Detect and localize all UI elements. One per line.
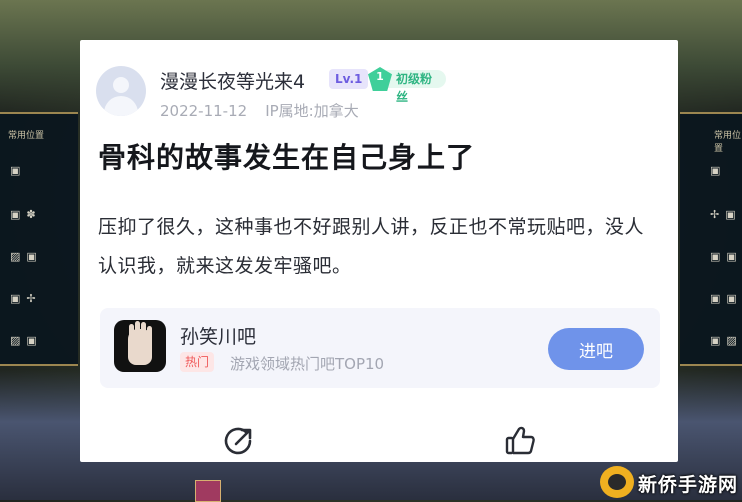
avatar-body-shape: [104, 96, 138, 116]
enter-forum-button[interactable]: 进吧: [548, 328, 644, 370]
hand-icon: [128, 329, 152, 365]
side-panel-slot-icon: ▨▣: [10, 250, 43, 263]
site-watermark: 新侨手游网: [600, 462, 742, 500]
post-date: 2022-11-12: [160, 102, 248, 120]
author-name[interactable]: 漫漫长夜等光来4: [160, 67, 305, 94]
watermark-text: 新侨手游网: [638, 474, 739, 496]
post-title: 骨科的故事发生在自己身上了: [98, 141, 476, 174]
side-panel-slot-icon: ▣✢: [10, 292, 42, 305]
level-badge: Lv.1: [329, 69, 369, 89]
watermark-logo-inner: [608, 474, 626, 490]
side-panel-slot-icon: ▣: [10, 164, 27, 177]
side-panel-slot-icon: ▣▣: [710, 292, 742, 305]
side-panel-slot-icon: ✢▣: [710, 208, 742, 221]
forum-avatar: [114, 320, 166, 372]
thumbs-up-icon-graphic: [505, 426, 535, 455]
forum-card[interactable]: 孙笑川吧 热门 游戏领域热门吧TOP10 进吧: [100, 308, 660, 388]
post-body: 压抑了很久，这种事也不好跟别人讲，反正也不常玩贴吧，没人认识我，就来这发发牢骚吧…: [98, 216, 645, 277]
ip-location: IP属地:加拿大: [265, 102, 359, 120]
game-side-panel-left: 常用位置 ▣ ▣✽ ▨▣ ▣✢ ▨▣: [0, 112, 78, 366]
avatar-head-shape: [113, 77, 129, 93]
side-panel-slot-icon: ▣▣: [710, 250, 742, 263]
share-edit-icon-graphic: [224, 427, 252, 455]
forum-name[interactable]: 孙笑川吧: [180, 322, 256, 349]
side-panel-title: 常用位置: [714, 131, 742, 154]
side-panel-title: 常用位置: [8, 131, 45, 141]
game-side-panel-right: 常用位置 ▣ ✢▣ ▣▣ ▣▣ ▣▨: [680, 112, 742, 366]
fan-level-number: 1: [376, 70, 384, 83]
hot-tag: 热门: [180, 352, 215, 372]
share-edit-icon[interactable]: [222, 424, 256, 458]
fan-badge: 初级粉丝 1: [368, 67, 446, 104]
forum-description: 游戏领域热门吧TOP10: [230, 355, 385, 373]
side-panel-slot-icon: ▣: [710, 164, 727, 177]
game-dock-item: [195, 480, 221, 502]
side-panel-slot-icon: ▣▨: [710, 334, 742, 347]
author-avatar[interactable]: [96, 66, 146, 116]
side-panel-slot-icon: ▣✽: [10, 208, 42, 221]
side-panel-slot-icon: ▨▣: [10, 334, 43, 347]
fan-badge-label: 初级粉丝: [386, 70, 446, 104]
thumbs-up-icon[interactable]: [503, 424, 537, 458]
post-meta: 2022-11-12 IP属地:加拿大: [160, 100, 359, 121]
post-card: 漫漫长夜等光来4 Lv.1 初级粉丝 1 2022-11-12 IP属地:加拿大 …: [80, 40, 678, 462]
watermark-logo-icon: [600, 466, 634, 498]
